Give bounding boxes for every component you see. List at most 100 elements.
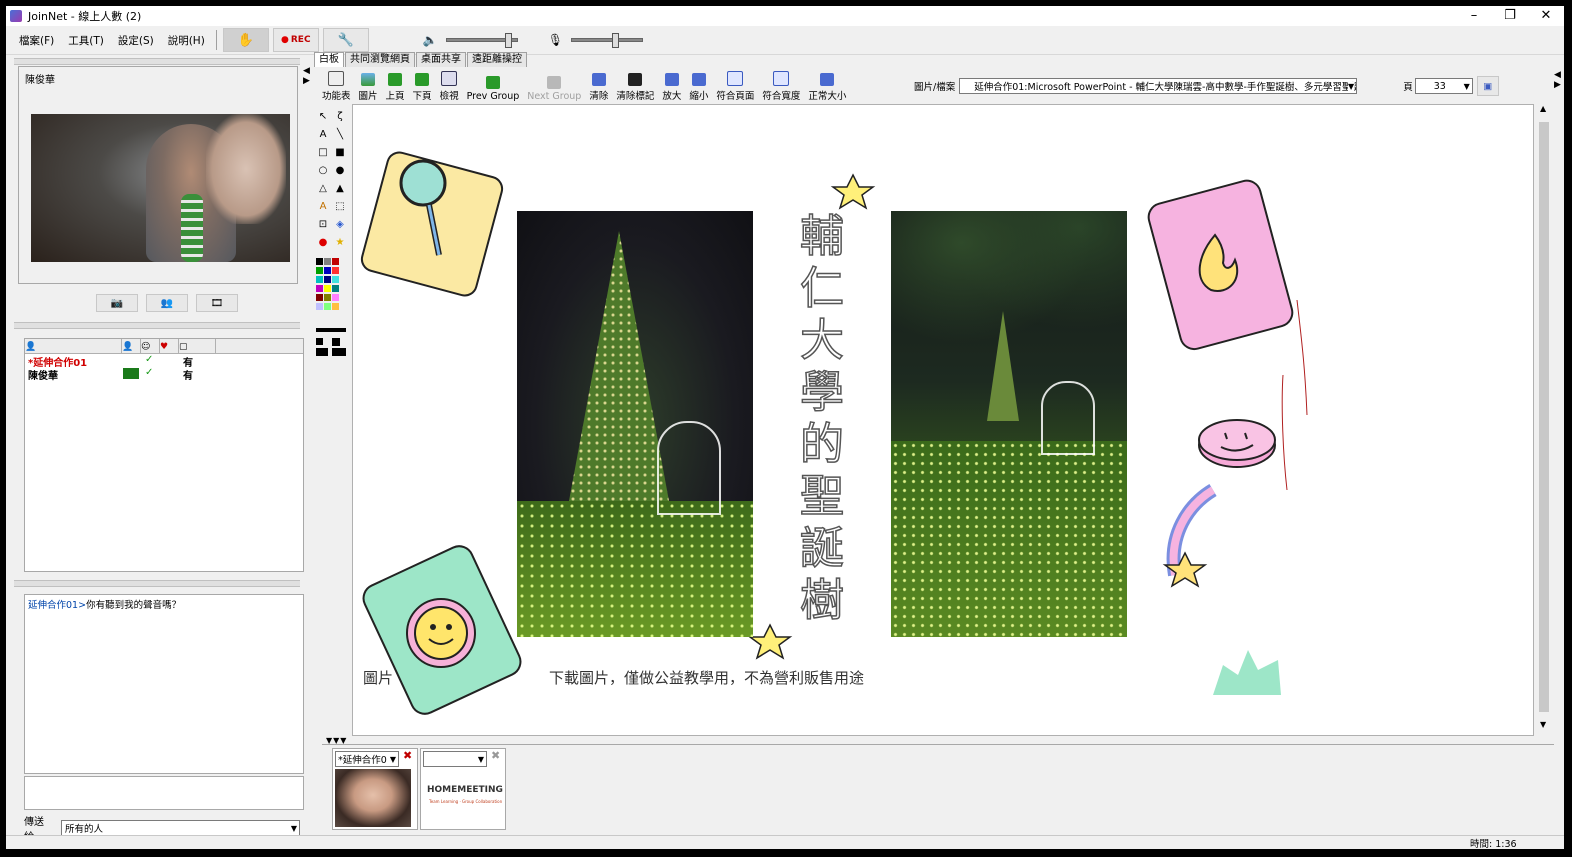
pen-size-medium[interactable] xyxy=(332,338,340,346)
filled-polygon-icon[interactable]: ▲ xyxy=(333,182,347,196)
panel-grip[interactable] xyxy=(14,322,300,329)
tool-menu[interactable]: 功能表 xyxy=(322,71,351,102)
collapse-left-icon[interactable]: ◀ xyxy=(303,66,310,76)
color-maroon[interactable] xyxy=(316,294,323,301)
speaker-volume-slider[interactable] xyxy=(445,33,518,48)
tool-clear[interactable]: 清除 xyxy=(589,73,608,102)
lasso-icon[interactable]: ζ xyxy=(333,110,347,124)
minimize-button[interactable]: – xyxy=(1456,6,1492,26)
line-tool-icon[interactable]: ╲ xyxy=(333,128,347,142)
user-row[interactable]: 陳俊華 ✓ 有 xyxy=(25,367,303,382)
menu-tools[interactable]: 工具(T) xyxy=(61,33,111,48)
tool-next-page[interactable]: 下頁 xyxy=(413,73,432,102)
participant-tile[interactable]: ▼ ✖ HOMEMEETING Team Learning · Group Co… xyxy=(420,748,506,830)
tool-next-group[interactable]: Next Group xyxy=(527,76,581,102)
scroll-up-icon[interactable]: ▲ xyxy=(1540,104,1546,113)
eraser-icon[interactable]: ◈ xyxy=(333,218,347,232)
send-to-select[interactable]: 所有的人 ▼ xyxy=(60,820,300,836)
microphone-volume-knob[interactable] xyxy=(611,33,619,48)
filled-ellipse-icon[interactable]: ● xyxy=(333,164,347,178)
color-black[interactable] xyxy=(316,258,323,265)
menu-settings[interactable]: 設定(S) xyxy=(111,33,161,48)
tab-remote-control[interactable]: 遠距離操控 xyxy=(467,52,527,67)
chat-input[interactable] xyxy=(24,776,304,810)
tool-view[interactable]: 檢視 xyxy=(440,71,459,102)
color-pink[interactable] xyxy=(332,294,339,301)
panel-grip[interactable] xyxy=(14,58,300,65)
color-cyan[interactable] xyxy=(316,276,323,283)
close-button[interactable]: ✕ xyxy=(1528,6,1564,26)
pen-size-small[interactable] xyxy=(316,338,323,345)
menu-file[interactable]: 檔案(F) xyxy=(12,33,61,48)
tool-prev-group[interactable]: Prev Group xyxy=(467,76,519,102)
tab-whiteboard[interactable]: 白板 xyxy=(314,52,344,67)
highlight-text-icon[interactable]: A xyxy=(316,200,330,214)
marquee-icon[interactable]: ⬚ xyxy=(333,200,347,214)
tab-co-browse[interactable]: 共同瀏覽網頁 xyxy=(345,52,415,67)
region-select-icon[interactable]: ⊡ xyxy=(316,218,330,232)
tool-zoom-in[interactable]: 放大 xyxy=(662,73,681,102)
tool-fit-page[interactable]: 符合頁面 xyxy=(716,71,754,102)
rectangle-icon[interactable]: □ xyxy=(316,146,330,160)
color-red[interactable] xyxy=(332,258,339,265)
whiteboard-canvas[interactable]: 輔 仁 大 學 的 聖 誕 樹 圖片 下載圖片，僅做公益教學用，不為營利販售用途 xyxy=(352,104,1534,736)
tool-zoom-out[interactable]: 縮小 xyxy=(689,73,708,102)
tool-clear-marks[interactable]: 清除標記 xyxy=(616,73,654,102)
ellipse-icon[interactable]: ○ xyxy=(316,164,330,178)
tab-desktop-share[interactable]: 桌面共享 xyxy=(416,52,466,67)
expand-left-icon[interactable]: ▶ xyxy=(303,76,310,86)
raise-hand-button[interactable]: ✋ xyxy=(222,28,269,52)
color-teal[interactable] xyxy=(332,285,339,292)
tool-normal-size[interactable]: 正常大小 xyxy=(808,73,846,102)
text-tool-icon[interactable]: A xyxy=(316,128,330,142)
apple-stamp-icon[interactable]: ● xyxy=(316,236,330,250)
whiteboard-vertical-scrollbar[interactable]: ▲ ▼ xyxy=(1536,104,1552,734)
scroll-down-icon[interactable]: ▼ xyxy=(1540,720,1546,729)
select-arrow-icon[interactable]: ↖ xyxy=(316,110,330,124)
panel-grip[interactable] xyxy=(14,580,300,587)
expand-right-icon[interactable]: ▶ xyxy=(1554,80,1561,90)
tool-prev-page[interactable]: 上頁 xyxy=(386,73,405,102)
scrollbar-thumb[interactable] xyxy=(1539,122,1549,712)
user-row[interactable]: *延伸合作01 ✓ 有 xyxy=(25,354,303,369)
color-light-green[interactable] xyxy=(324,303,331,310)
polygon-icon[interactable]: △ xyxy=(316,182,330,196)
pen-size-xlarge[interactable] xyxy=(332,348,346,356)
participant-tile[interactable]: *延伸合作0 ▼ ✖ xyxy=(332,748,418,830)
snapshot-button[interactable]: 🎞 xyxy=(196,294,238,312)
close-icon[interactable]: ✖ xyxy=(403,749,412,762)
color-aqua[interactable] xyxy=(332,276,339,283)
color-navy[interactable] xyxy=(324,276,331,283)
color-green[interactable] xyxy=(316,267,323,274)
video-share-button[interactable]: 👥 xyxy=(146,294,188,312)
speaker-volume-knob[interactable] xyxy=(504,33,512,48)
color-lavender[interactable] xyxy=(316,303,323,310)
color-gray[interactable] xyxy=(324,258,331,265)
color-magenta[interactable] xyxy=(316,285,323,292)
restore-button[interactable]: ❐ xyxy=(1492,6,1528,26)
color-olive[interactable] xyxy=(324,294,331,301)
participant-selector-empty[interactable]: ▼ xyxy=(423,751,487,767)
line-width-selector[interactable] xyxy=(316,328,346,332)
close-icon[interactable]: ✖ xyxy=(491,749,500,762)
video-source-button[interactable]: 📷 xyxy=(96,294,138,312)
title-char: 仁 xyxy=(799,262,845,315)
collapse-right-icon[interactable]: ◀ xyxy=(1554,70,1561,80)
filled-rectangle-icon[interactable]: ■ xyxy=(333,146,347,160)
tool-fit-width[interactable]: 符合寬度 xyxy=(762,71,800,102)
color-yellow[interactable] xyxy=(324,285,331,292)
star-stamp-icon[interactable]: ★ xyxy=(333,236,347,250)
record-button[interactable]: ● REC xyxy=(272,28,319,52)
file-select[interactable]: 延伸合作01:Microsoft PowerPoint - 輔仁大學陳瑞雲-高中… xyxy=(959,78,1358,94)
page-select[interactable]: 33 ▼ xyxy=(1414,78,1473,94)
color-orange[interactable] xyxy=(332,303,339,310)
color-light-red[interactable] xyxy=(332,267,339,274)
wrench-button[interactable]: 🔧 xyxy=(322,28,369,52)
page-thumbnail-button[interactable]: ▣ xyxy=(1476,76,1499,96)
color-blue[interactable] xyxy=(324,267,331,274)
pen-size-large[interactable] xyxy=(316,348,328,356)
microphone-volume-slider[interactable] xyxy=(570,33,643,48)
menu-help[interactable]: 說明(H) xyxy=(161,33,212,48)
participant-selector[interactable]: *延伸合作0 ▼ xyxy=(335,751,399,767)
tool-picture[interactable]: 圖片 xyxy=(359,73,378,102)
